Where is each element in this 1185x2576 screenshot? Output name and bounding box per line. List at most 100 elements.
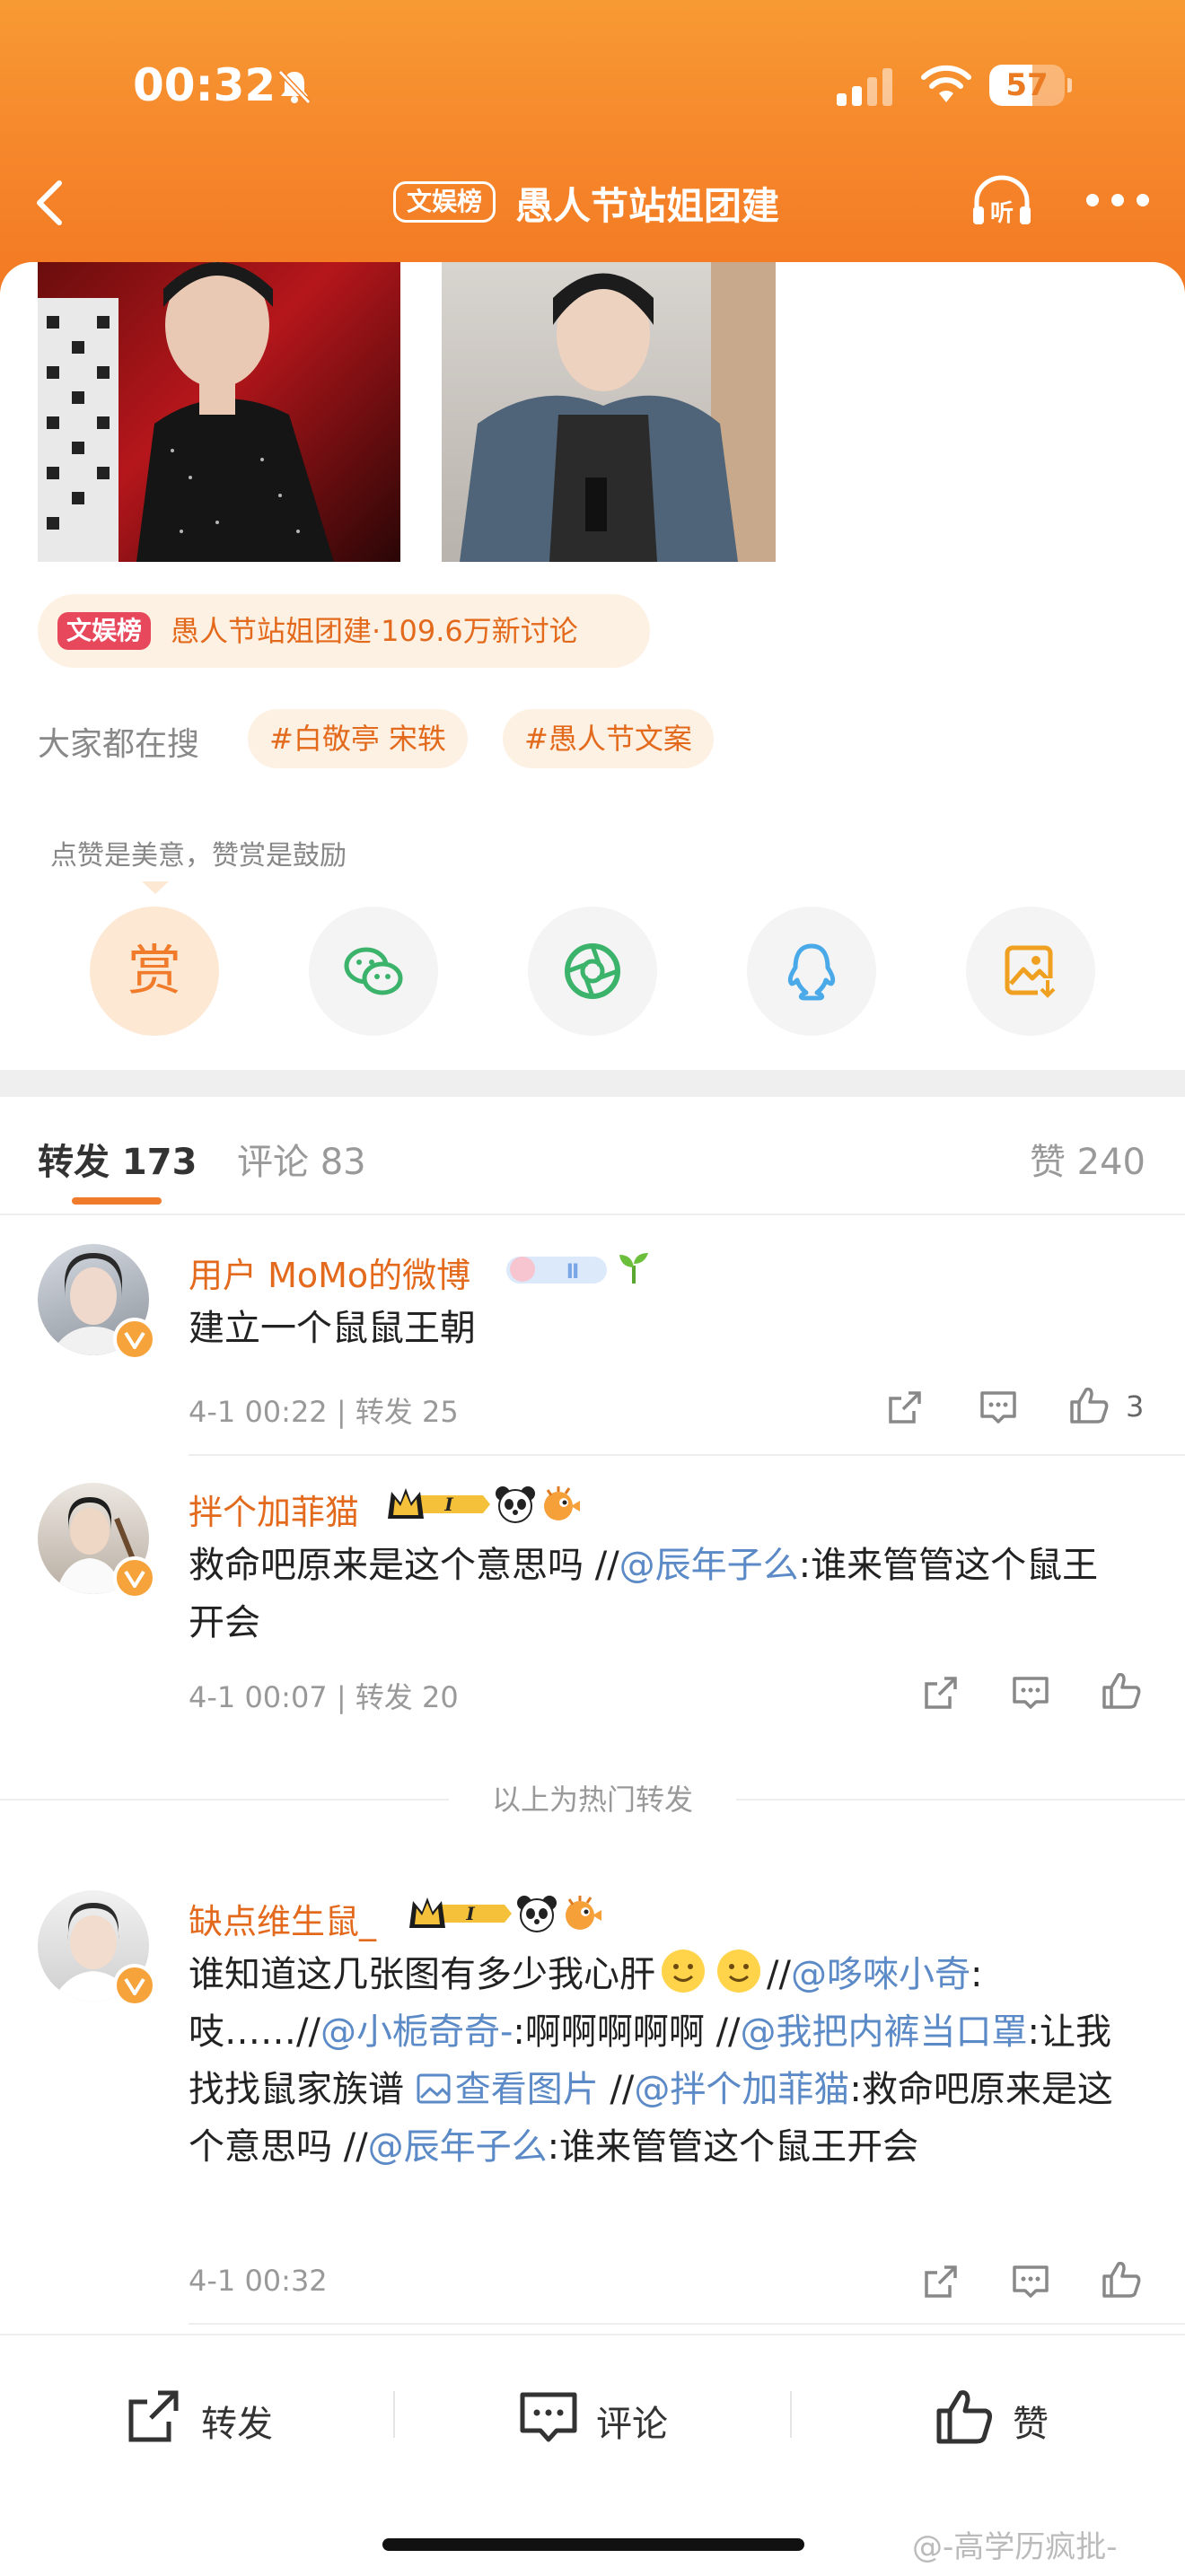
repost-icon bbox=[128, 2390, 179, 2442]
tab-likes[interactable]: 赞 240 bbox=[1030, 1133, 1146, 1185]
view-image-label: 查看图片 bbox=[454, 2069, 599, 2110]
content-text: :谁来管管这个鼠王开会 bbox=[547, 2126, 919, 2168]
panda-icon bbox=[496, 1486, 535, 1523]
repost-content: 救命吧原来是这个意思吗 //@辰年子么:谁来管管这个鼠王开会 bbox=[189, 1537, 1131, 1652]
svg-text:听: 听 bbox=[990, 200, 1014, 227]
svg-text:I: I bbox=[443, 1494, 453, 1515]
reward-hint: 点赞是美意，赞赏是鼓励 bbox=[50, 840, 347, 872]
pufferfish-icon bbox=[566, 1896, 601, 1930]
hot-reposts-label: 以上为热门转发 bbox=[491, 1783, 693, 1817]
row-divider bbox=[189, 1454, 1185, 1456]
mention-link[interactable]: @小栀奇奇- bbox=[320, 2011, 513, 2053]
repost-action-icon[interactable] bbox=[919, 2260, 962, 2303]
like-thumb-icon bbox=[936, 2390, 992, 2444]
repost-meta: 4-1 00:07 | 转发 20 bbox=[189, 1680, 459, 1714]
tab-divider bbox=[0, 1214, 1185, 1215]
watermark: @-高学历疯批- bbox=[912, 2529, 1118, 2565]
panda-icon bbox=[517, 1896, 557, 1932]
like-button[interactable]: 赞 bbox=[934, 2386, 1077, 2449]
trending-tag[interactable]: #白敬亭 宋轶 bbox=[248, 709, 468, 768]
verified-badge-icon bbox=[113, 1318, 156, 1361]
repost-content: 建立一个鼠鼠王朝 bbox=[189, 1308, 476, 1349]
post-image-1[interactable] bbox=[38, 262, 400, 562]
page-title: 愚人节站姐团建 bbox=[515, 184, 780, 228]
like-action-icon[interactable] bbox=[1101, 1669, 1144, 1713]
trending-search-label: 大家都在搜 bbox=[38, 726, 200, 763]
comment-button[interactable]: 评论 bbox=[517, 2386, 697, 2449]
crown-level-badge-icon: I bbox=[409, 1897, 512, 1928]
mention-link[interactable]: @哆唻小奇 bbox=[791, 1954, 970, 1995]
section-divider bbox=[0, 1070, 1185, 1097]
battery-icon: 57 bbox=[989, 65, 1072, 106]
repost-label: 转发 bbox=[201, 2404, 273, 2445]
username[interactable]: 缺点维生鼠_ bbox=[189, 1894, 376, 1943]
content-text: :啊啊啊啊啊 // bbox=[513, 2011, 741, 2053]
row-divider bbox=[189, 2323, 1185, 2325]
repost-content: 谁知道这几张图有多少我心肝//@哆唻小奇:吱……//@小栀奇奇-:啊啊啊啊啊 /… bbox=[189, 1946, 1131, 2176]
mention-link[interactable]: @我把内裤当口罩 bbox=[741, 2011, 1028, 2053]
trending-tag[interactable]: #愚人节文案 bbox=[503, 709, 714, 768]
bottom-separator bbox=[790, 2391, 792, 2438]
bell-mute-icon bbox=[277, 69, 312, 105]
mention-link[interactable]: @辰年子么 bbox=[619, 1545, 799, 1586]
more-options-icon[interactable] bbox=[1086, 194, 1149, 208]
tab-reposts[interactable]: 转发 173 bbox=[38, 1133, 197, 1185]
like-action-icon[interactable] bbox=[1101, 2258, 1144, 2301]
repost-action-icon[interactable] bbox=[919, 1671, 962, 1714]
save-image-button[interactable] bbox=[966, 907, 1095, 1036]
listen-headphones-icon[interactable]: 听 bbox=[970, 174, 1034, 228]
share-wechat-button[interactable] bbox=[309, 907, 438, 1036]
cellular-signal-icon bbox=[837, 66, 894, 106]
share-qq-button[interactable] bbox=[747, 907, 876, 1036]
topic-link[interactable]: 文娱榜 愚人节站姐团建·109.6万新讨论 bbox=[38, 594, 650, 668]
content-text: 救命吧原来是这个意思吗 // bbox=[189, 1545, 619, 1586]
comment-label: 评论 bbox=[596, 2404, 668, 2445]
comment-action-icon[interactable] bbox=[1009, 1671, 1052, 1714]
image-icon bbox=[417, 2073, 451, 2104]
tab-comments[interactable]: 评论 83 bbox=[237, 1133, 366, 1185]
wifi-icon bbox=[921, 65, 971, 102]
like-label: 赞 bbox=[1013, 2404, 1049, 2445]
smile-emoji-icon bbox=[717, 1950, 760, 1993]
like-count: 3 bbox=[1126, 1389, 1145, 1424]
username[interactable]: 用户 MoMo的微博 bbox=[189, 1248, 470, 1297]
comment-action-icon[interactable] bbox=[977, 1386, 1020, 1429]
home-indicator bbox=[382, 2538, 804, 2551]
username[interactable]: 拌个加菲猫 bbox=[189, 1485, 359, 1534]
comment-action-icon[interactable] bbox=[1009, 2260, 1052, 2303]
sprout-icon bbox=[619, 1253, 648, 1284]
share-moments-button[interactable] bbox=[528, 907, 657, 1036]
zodiac-badge-icon: Ⅱ bbox=[506, 1257, 607, 1284]
mention-link[interactable]: @辰年子么 bbox=[368, 2126, 548, 2168]
status-time: 00:32 bbox=[133, 59, 276, 111]
topic-text: 愚人节站姐团建·109.6万新讨论 bbox=[171, 614, 578, 648]
repost-meta: 4-1 00:32 bbox=[189, 2264, 328, 2298]
header-bar bbox=[0, 0, 1185, 296]
reward-label: 赏 bbox=[127, 940, 181, 1003]
pufferfish-icon bbox=[544, 1486, 580, 1520]
view-image-link[interactable]: 查看图片 bbox=[416, 2069, 599, 2110]
content-text: 谁知道这几张图有多少我心肝 bbox=[189, 1954, 655, 1995]
hot-reposts-separator: 以上为热门转发 bbox=[0, 1781, 1185, 1818]
topic-badge: 文娱榜 bbox=[57, 612, 152, 650]
hint-pointer bbox=[142, 881, 169, 894]
comment-icon bbox=[520, 2392, 577, 2442]
repost-action-icon[interactable] bbox=[883, 1386, 926, 1429]
qq-penguin-icon bbox=[787, 943, 836, 1001]
back-chevron-icon[interactable] bbox=[29, 176, 68, 230]
repost-button[interactable]: 转发 bbox=[122, 2386, 302, 2449]
rank-badge: 文娱榜 bbox=[393, 181, 496, 223]
post-image-2[interactable] bbox=[442, 262, 776, 562]
content-text: // bbox=[598, 2069, 635, 2110]
save-image-icon bbox=[1005, 945, 1058, 998]
tab-active-indicator bbox=[72, 1197, 162, 1205]
smile-emoji-icon bbox=[662, 1950, 705, 1993]
reward-button[interactable]: 赏 bbox=[90, 907, 219, 1036]
verified-badge-icon bbox=[113, 1964, 156, 2007]
like-action-icon[interactable] bbox=[1068, 1384, 1111, 1427]
svg-text:I: I bbox=[465, 1903, 475, 1924]
mention-link[interactable]: @拌个加菲猫 bbox=[634, 2069, 849, 2110]
verified-badge-icon bbox=[113, 1556, 156, 1599]
bottom-separator bbox=[393, 2391, 395, 2438]
wechat-icon bbox=[344, 947, 403, 995]
